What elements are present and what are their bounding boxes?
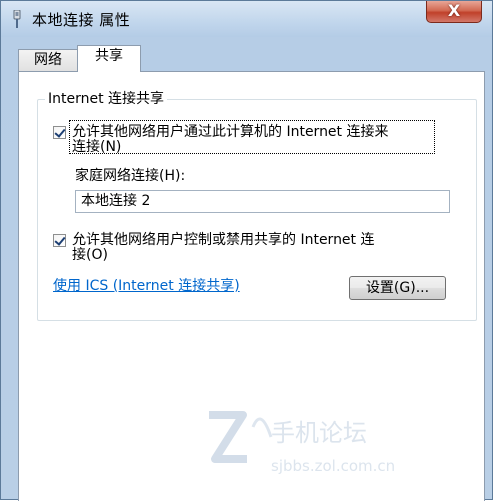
ics-help-link[interactable]: 使用 ICS (Internet 连接共享) bbox=[53, 278, 240, 294]
allow-connect-label-line2[interactable]: 连接(N) bbox=[72, 139, 121, 155]
allow-control-checkbox[interactable] bbox=[53, 234, 66, 247]
home-network-field[interactable]: 本地连接 2 bbox=[75, 190, 450, 213]
close-icon: X bbox=[447, 1, 461, 20]
network-connection-icon bbox=[13, 10, 21, 28]
title-bar[interactable]: 本地连接 属性 X bbox=[1, 1, 492, 37]
properties-window: 本地连接 属性 X 网络 共享 Internet 连接共享 允许其他网络用户通过… bbox=[0, 0, 493, 501]
ics-group-title: Internet 连接共享 bbox=[45, 89, 168, 109]
close-button[interactable]: X bbox=[426, 1, 482, 23]
allow-control-label-line2[interactable]: 接(O) bbox=[72, 247, 108, 263]
tab-network[interactable]: 网络 bbox=[18, 49, 78, 71]
window-title: 本地连接 属性 bbox=[32, 11, 131, 29]
sharing-tab-panel: Internet 连接共享 允许其他网络用户通过此计算机的 Internet 连… bbox=[18, 71, 485, 501]
ics-group: Internet 连接共享 允许其他网络用户通过此计算机的 Internet 连… bbox=[37, 89, 477, 321]
home-network-label: 家庭网络连接(H): bbox=[75, 168, 186, 184]
allow-connect-label-line1[interactable]: 允许其他网络用户通过此计算机的 Internet 连接来 bbox=[72, 124, 389, 140]
settings-button[interactable]: 设置(G)... bbox=[349, 276, 446, 300]
allow-connect-checkbox[interactable] bbox=[53, 126, 66, 139]
allow-control-label-line1[interactable]: 允许其他网络用户控制或禁用共享的 Internet 连 bbox=[72, 232, 375, 248]
tab-sharing[interactable]: 共享 bbox=[77, 45, 141, 72]
